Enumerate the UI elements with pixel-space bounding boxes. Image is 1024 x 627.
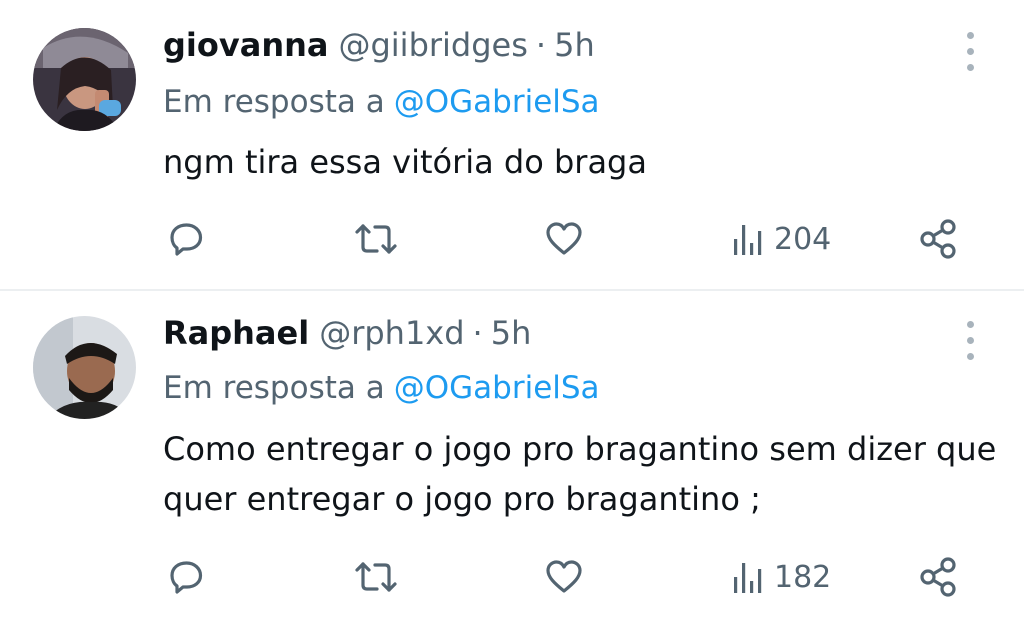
reply-mention-link[interactable]: @OGabrielSa [394, 84, 600, 120]
reply-prefix: Em resposta a [163, 84, 385, 120]
author-handle[interactable]: @rph1xd [319, 314, 464, 352]
retweet-icon [355, 562, 397, 592]
author-name[interactable]: giovanna [163, 26, 328, 64]
author-name[interactable]: Raphael [163, 314, 309, 352]
action-bar: 182 [0, 555, 1024, 599]
tweet-header: Raphael @rph1xd · 5h [163, 314, 531, 358]
like-button[interactable] [542, 555, 586, 599]
reply-mention-link[interactable]: @OGabrielSa [394, 370, 600, 406]
author-handle[interactable]: @giibridges [338, 26, 527, 64]
heart-icon [546, 560, 582, 593]
share-icon [920, 557, 956, 597]
more-icon[interactable] [958, 30, 982, 74]
like-button[interactable] [542, 217, 586, 261]
tweet-header: giovanna @giibridges · 5h [163, 26, 595, 70]
separator-dot: · [472, 314, 483, 352]
avatar[interactable] [33, 28, 136, 131]
views-button[interactable]: 182 [730, 555, 831, 599]
views-icon [734, 225, 762, 255]
reply-icon [170, 223, 203, 256]
share-icon [920, 219, 956, 259]
reply-button[interactable] [164, 555, 208, 599]
retweet-button[interactable] [351, 555, 401, 599]
share-button[interactable] [916, 217, 960, 261]
reply-context: Em resposta a @OGabrielSa [163, 370, 600, 406]
views-button[interactable]: 204 [730, 217, 831, 261]
separator-dot: · [535, 26, 547, 64]
action-bar: 204 [0, 217, 1024, 261]
tweet[interactable]: Raphael @rph1xd · 5h Em resposta a @OGabr… [0, 291, 1024, 627]
reply-icon [170, 561, 203, 594]
reply-button[interactable] [164, 217, 208, 261]
tweet[interactable]: giovanna @giibridges · 5h Em resposta a @… [0, 0, 1024, 290]
views-count: 182 [774, 559, 832, 595]
views-count: 204 [774, 221, 832, 257]
share-button[interactable] [916, 555, 960, 599]
retweet-icon [355, 224, 397, 254]
tweet-text: ngm tira essa vitória do braga [163, 143, 647, 181]
reply-prefix: Em resposta a [163, 370, 385, 406]
views-icon [734, 563, 762, 593]
heart-icon [546, 222, 582, 255]
reply-context: Em resposta a @OGabrielSa [163, 84, 600, 120]
more-icon[interactable] [958, 319, 982, 363]
retweet-button[interactable] [351, 217, 401, 261]
tweet-time[interactable]: 5h [554, 26, 595, 64]
avatar[interactable] [33, 316, 136, 419]
tweet-time[interactable]: 5h [491, 314, 532, 352]
tweet-text: Como entregar o jogo pro bragantino sem … [163, 430, 997, 518]
